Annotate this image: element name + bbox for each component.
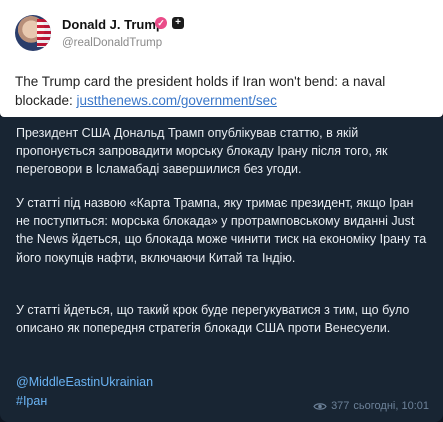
tweet-card: Donald J. Trump ✓ + @realDonaldTrump The… — [0, 0, 443, 117]
avatar-flag — [37, 19, 51, 47]
author-name: Donald J. Trump — [62, 17, 164, 32]
author-handle: @realDonaldTrump — [62, 37, 163, 49]
verified-badge-icon: ✓ — [155, 17, 167, 29]
hashtag-link[interactable]: #Іран — [16, 394, 47, 408]
message-paragraph-3: У статті йдеться, що такий крок буде пер… — [16, 303, 410, 336]
message-paragraph-2: У статті під назвою «Карта Трампа, яку т… — [16, 196, 427, 265]
message-meta: 377 сьогодні, 10:01 — [313, 400, 429, 412]
channel-mention-link[interactable]: @MiddleEastinUkrainian — [16, 375, 153, 389]
tweet-text: The Trump card the president holds if Ir… — [15, 72, 435, 110]
message-bubble: Президент США Дональд Трамп опублікував … — [0, 117, 443, 422]
message-time: сьогодні, 10:01 — [353, 400, 429, 412]
tweet-link[interactable]: justthenews.com/government/sec — [77, 93, 277, 108]
eye-icon — [313, 402, 327, 410]
flag-badge-icon: + — [172, 17, 184, 29]
view-count: 377 — [331, 400, 350, 412]
quoted-post-image[interactable]: Donald J. Trump ✓ + @realDonaldTrump The… — [0, 0, 443, 118]
message-paragraph-1: Президент США Дональд Трамп опублікував … — [16, 126, 388, 177]
avatar — [15, 15, 51, 51]
